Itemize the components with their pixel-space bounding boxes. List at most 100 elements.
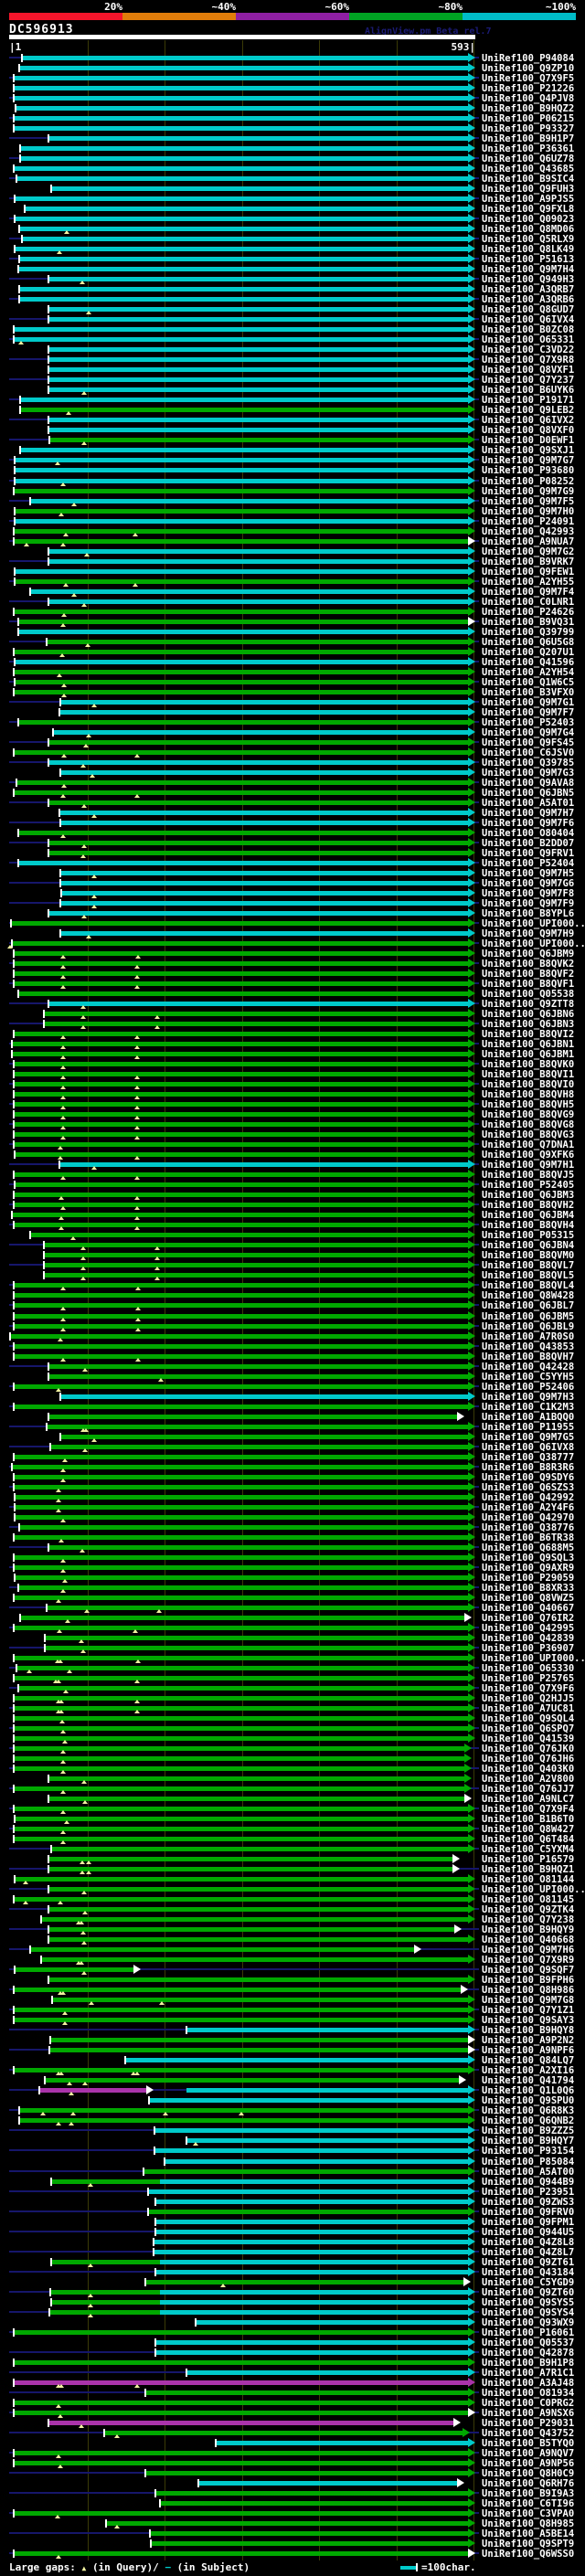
hit-bar[interactable] (15, 679, 468, 684)
hit-row[interactable]: UniRef100_Q9M7G5 (0, 1431, 585, 1443)
hit-bar[interactable] (14, 1313, 468, 1319)
hit-row[interactable]: UniRef100_C6JSV0 (0, 747, 585, 758)
hit-row[interactable]: UniRef100_P36361 (0, 143, 585, 154)
hit-row[interactable]: UniRef100_P24626 (0, 606, 585, 618)
hit-row[interactable]: UniRef100_Q8H985 (0, 2518, 585, 2529)
hit-row[interactable]: UniRef100_Q9M7G3 (0, 767, 585, 779)
hit-row[interactable]: UniRef100_B3VFX0 (0, 686, 585, 698)
hit-bar[interactable] (14, 116, 468, 122)
hit-row[interactable]: UniRef100_A2V800 (0, 1774, 585, 1785)
hit-bar[interactable] (60, 870, 468, 875)
hit-row[interactable]: UniRef100_Q9M7G8 (0, 1995, 585, 2006)
hit-row[interactable]: UniRef100_A7R0S0 (0, 1330, 585, 1342)
hit-bar[interactable] (20, 398, 468, 403)
hit-row[interactable]: UniRef100_B2DD07 (0, 837, 585, 849)
hit-row[interactable]: UniRef100_Q6SZS3 (0, 1481, 585, 1493)
hit-row[interactable]: UniRef100_Q6IVX4 (0, 314, 585, 325)
hit-bar[interactable] (30, 1233, 468, 1238)
hit-row[interactable]: UniRef100_B8QVK0 (0, 1059, 585, 1070)
hit-row[interactable]: UniRef100_B8QVL4 (0, 1280, 585, 1291)
hit-row[interactable]: UniRef100_P36907 (0, 1642, 585, 1654)
hit-bar[interactable] (160, 2178, 468, 2184)
hit-bar[interactable] (49, 2309, 160, 2315)
hit-row[interactable]: UniRef100_Q7DNA1 (0, 1140, 585, 1150)
hit-bar[interactable] (14, 1715, 468, 1721)
hit-row[interactable]: UniRef100_Q9M7G4 (0, 726, 585, 738)
hit-row[interactable]: UniRef100_B8QVK2 (0, 959, 585, 970)
hit-bar[interactable] (50, 1444, 468, 1449)
hit-row[interactable]: UniRef100_P19171 (0, 395, 585, 406)
hit-bar[interactable] (14, 1404, 468, 1409)
hit-bar[interactable] (145, 2279, 463, 2284)
hit-bar[interactable] (14, 1323, 468, 1329)
hit-row[interactable]: UniRef100_B6UYK6 (0, 385, 585, 396)
hit-bar[interactable] (48, 357, 468, 363)
hit-row[interactable]: UniRef100_P06215 (0, 113, 585, 124)
hit-bar[interactable] (160, 2309, 468, 2315)
hit-row[interactable]: UniRef100_A3QRB7 (0, 284, 585, 295)
hit-bar[interactable] (41, 1917, 468, 1923)
hit-row[interactable]: UniRef100_UPI000.. (0, 1884, 585, 1895)
hit-bar[interactable] (39, 2088, 146, 2094)
hit-bar[interactable] (15, 478, 468, 483)
hit-row[interactable]: UniRef100_A9NSX6 (0, 2407, 585, 2419)
hit-row[interactable]: UniRef100_Q6RH76 (0, 2477, 585, 2489)
hit-bar[interactable] (14, 1807, 468, 1812)
hit-bar[interactable] (186, 2088, 468, 2094)
hit-row[interactable]: UniRef100_Q9FUH3 (0, 184, 585, 195)
hit-bar[interactable] (48, 1002, 468, 1007)
hit-bar[interactable] (154, 2128, 468, 2134)
hit-bar[interactable] (14, 1293, 468, 1299)
hit-bar[interactable] (14, 1595, 468, 1600)
hit-row[interactable]: UniRef100_Q7Y238 (0, 1914, 585, 1925)
hit-row[interactable]: UniRef100_B8XR33 (0, 1582, 585, 1594)
hit-bar[interactable] (14, 1072, 468, 1077)
hit-bar[interactable] (60, 880, 468, 885)
hit-row[interactable]: UniRef100_Q9M7H7 (0, 807, 585, 819)
hit-row[interactable]: UniRef100_Q6JBM5 (0, 1310, 585, 1322)
hit-row[interactable]: UniRef100_O80404 (0, 827, 585, 839)
hit-row[interactable]: UniRef100_Q7X9F4 (0, 1804, 585, 1815)
hit-row[interactable]: UniRef100_Q9M7H6 (0, 1945, 585, 1956)
hit-bar[interactable] (14, 488, 468, 493)
hit-bar[interactable] (14, 1564, 468, 1570)
hit-bar[interactable] (145, 2390, 468, 2395)
hit-bar[interactable] (18, 830, 468, 835)
hit-row[interactable]: UniRef100_C1K2M3 (0, 1401, 585, 1413)
hit-bar[interactable] (51, 2178, 160, 2184)
hit-bar[interactable] (186, 2138, 468, 2144)
hit-row[interactable]: UniRef100_B8QVG8 (0, 1119, 585, 1130)
hit-bar[interactable] (15, 1514, 468, 1520)
hit-bar[interactable] (18, 860, 468, 865)
hit-row[interactable]: UniRef100_B9HQY8 (0, 2025, 585, 2036)
hit-bar[interactable] (14, 1837, 468, 1842)
hit-row[interactable]: UniRef100_Q9SQL3 (0, 1552, 585, 1564)
hit-row[interactable]: UniRef100_Q9FRV1 (0, 847, 585, 859)
hit-bar[interactable] (14, 1827, 468, 1832)
hit-row[interactable]: UniRef100_A3AJ48 (0, 2377, 585, 2389)
hit-bar[interactable] (14, 1062, 468, 1067)
hit-bar[interactable] (160, 2259, 468, 2264)
hit-row[interactable]: UniRef100_Q39785 (0, 757, 585, 769)
hit-bar[interactable] (48, 850, 468, 855)
hit-row[interactable]: UniRef100_Q9M7H1 (0, 1160, 585, 1171)
hit-bar[interactable] (106, 2520, 468, 2526)
hit-bar[interactable] (14, 689, 468, 694)
hit-row[interactable]: UniRef100_A9NPF6 (0, 2045, 585, 2056)
hit-bar[interactable] (14, 1132, 468, 1138)
hit-bar[interactable] (44, 1263, 468, 1268)
hit-bar[interactable] (48, 1544, 468, 1550)
hit-bar[interactable] (154, 2148, 468, 2154)
hit-row[interactable]: UniRef100_Q76JJ7 (0, 1784, 585, 1795)
hit-row[interactable]: UniRef100_B9H1P7 (0, 133, 585, 144)
hit-row[interactable]: UniRef100_P08252 (0, 475, 585, 487)
hit-row[interactable]: UniRef100_Q9ZWS3 (0, 2196, 585, 2208)
hit-bar[interactable] (14, 1675, 468, 1680)
hit-row[interactable]: UniRef100_Q9SPT9 (0, 2538, 585, 2549)
hit-row[interactable]: UniRef100_Q8H986 (0, 1985, 585, 1996)
hit-row[interactable]: UniRef100_C0PRG2 (0, 2397, 585, 2409)
hit-row[interactable]: UniRef100_Q41596 (0, 656, 585, 668)
hit-bar[interactable] (155, 2349, 468, 2355)
hit-bar[interactable] (51, 2299, 160, 2305)
hit-bar[interactable] (154, 2239, 468, 2244)
